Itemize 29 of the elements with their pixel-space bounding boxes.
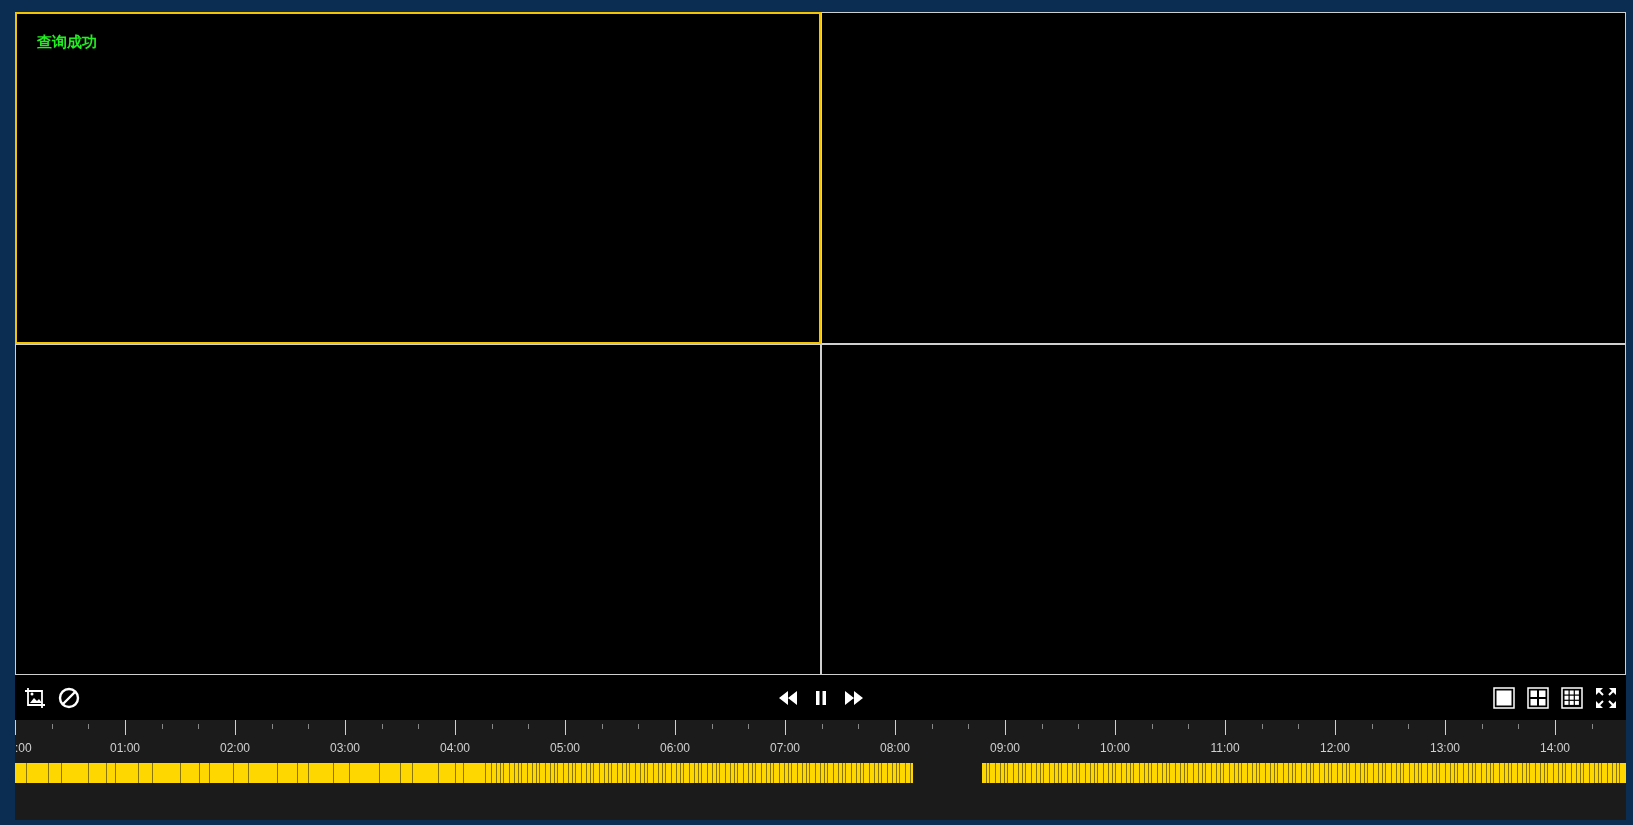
time-label: :00 — [15, 740, 32, 757]
time-label: 06:00 — [660, 740, 690, 757]
time-label: 14:00 — [1540, 740, 1570, 757]
rewind-icon[interactable] — [777, 689, 798, 706]
time-label: 01:00 — [110, 740, 140, 757]
time-label: 09:00 — [990, 740, 1020, 757]
fast-forward-icon[interactable] — [843, 689, 864, 706]
video-cell[interactable] — [820, 12, 1626, 344]
time-label: 13:00 — [1430, 740, 1460, 757]
nine-grid-layout-icon[interactable] — [1561, 686, 1583, 709]
fullscreen-icon[interactable] — [1595, 686, 1617, 709]
video-cell[interactable]: 查询成功 — [15, 12, 821, 344]
time-label: 05:00 — [550, 740, 580, 757]
time-label: 10:00 — [1100, 740, 1130, 757]
time-label: 12:00 — [1320, 740, 1350, 757]
stop-icon[interactable] — [58, 686, 80, 709]
time-label: 07:00 — [770, 740, 800, 757]
time-label: 11:00 — [1210, 740, 1240, 757]
video-cell[interactable] — [820, 343, 1626, 675]
pause-icon[interactable] — [813, 689, 828, 706]
status-text: 查询成功 — [37, 33, 97, 50]
video-cell[interactable] — [15, 343, 821, 675]
quad-layout-icon[interactable] — [1527, 686, 1549, 709]
time-label: 02:00 — [220, 740, 250, 757]
time-label: 04:00 — [440, 740, 470, 757]
time-label: 08:00 — [880, 740, 910, 757]
time-label: 03:00 — [330, 740, 360, 757]
snapshot-icon[interactable] — [24, 686, 46, 709]
single-layout-icon[interactable] — [1493, 686, 1515, 709]
